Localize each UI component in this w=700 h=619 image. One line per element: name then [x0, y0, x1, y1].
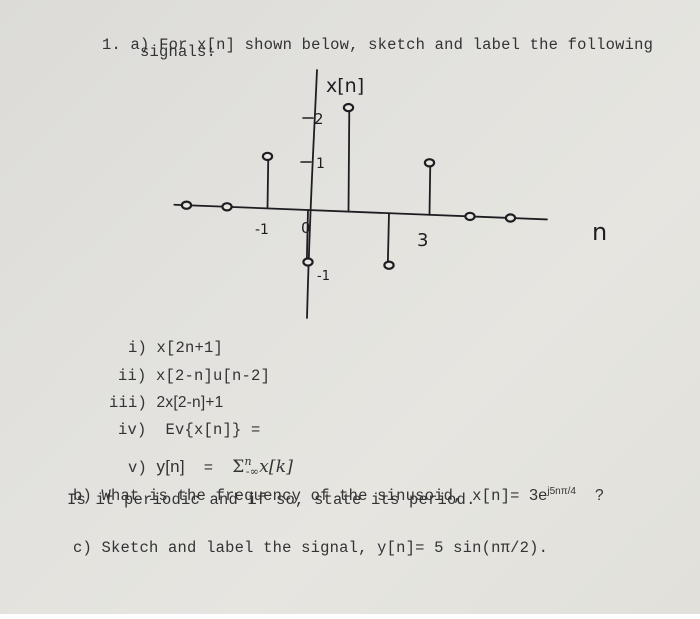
signal-label-xn: x[n] — [326, 75, 364, 97]
axis-label-n: n — [592, 218, 607, 246]
stem-marker — [302, 257, 314, 267]
stem-marker — [464, 211, 476, 222]
xn-stem-sketch: x[n]2 1 -1 -1 0 3 n — [173, 69, 607, 319]
x-tick-label-neg1: -1 — [255, 222, 269, 238]
part-c-line: c) Sketch and label the signal, y[n]= 5 … — [35, 518, 548, 578]
x-tick-label-3: 3 — [417, 230, 428, 251]
stem-line — [347, 106, 351, 213]
stem-line — [428, 161, 432, 216]
part-b-line2: Is it periodic and if so, state its peri… — [67, 491, 476, 509]
x-axis-vertical-line — [306, 69, 318, 319]
part-b-signal-lhs: x[n]= — [472, 487, 520, 505]
part-c-text: Sketch and label the signal, — [101, 539, 368, 557]
stem-line — [266, 155, 270, 210]
stem-line — [386, 212, 390, 267]
stem-marker — [342, 102, 355, 113]
stem-marker — [504, 213, 517, 223]
part-c-expr: y[n]= 5 sin(nπ/2). — [377, 539, 549, 557]
stem-marker — [423, 158, 436, 168]
x-tick-label-0: 0 — [301, 219, 311, 237]
part-c-label: c) — [73, 539, 93, 557]
part-b-question-mark: ? — [594, 487, 604, 504]
stem-marker — [180, 200, 193, 210]
y-tick-label-2: 2 — [314, 110, 324, 128]
homework-page: 1. a) For x[n] shown below, sketch and l… — [0, 0, 700, 619]
part-b-exponent: j5nπ/4 — [547, 486, 576, 497]
stem-marker — [383, 260, 395, 270]
part-b-coefficient: 3e — [529, 487, 548, 504]
y-tick-label-neg1: -1 — [317, 269, 330, 284]
stem-marker — [261, 151, 274, 162]
y-tick-label-1: 1 — [316, 156, 325, 172]
photo-bottom-edge — [0, 614, 700, 619]
stem-marker — [221, 202, 233, 212]
